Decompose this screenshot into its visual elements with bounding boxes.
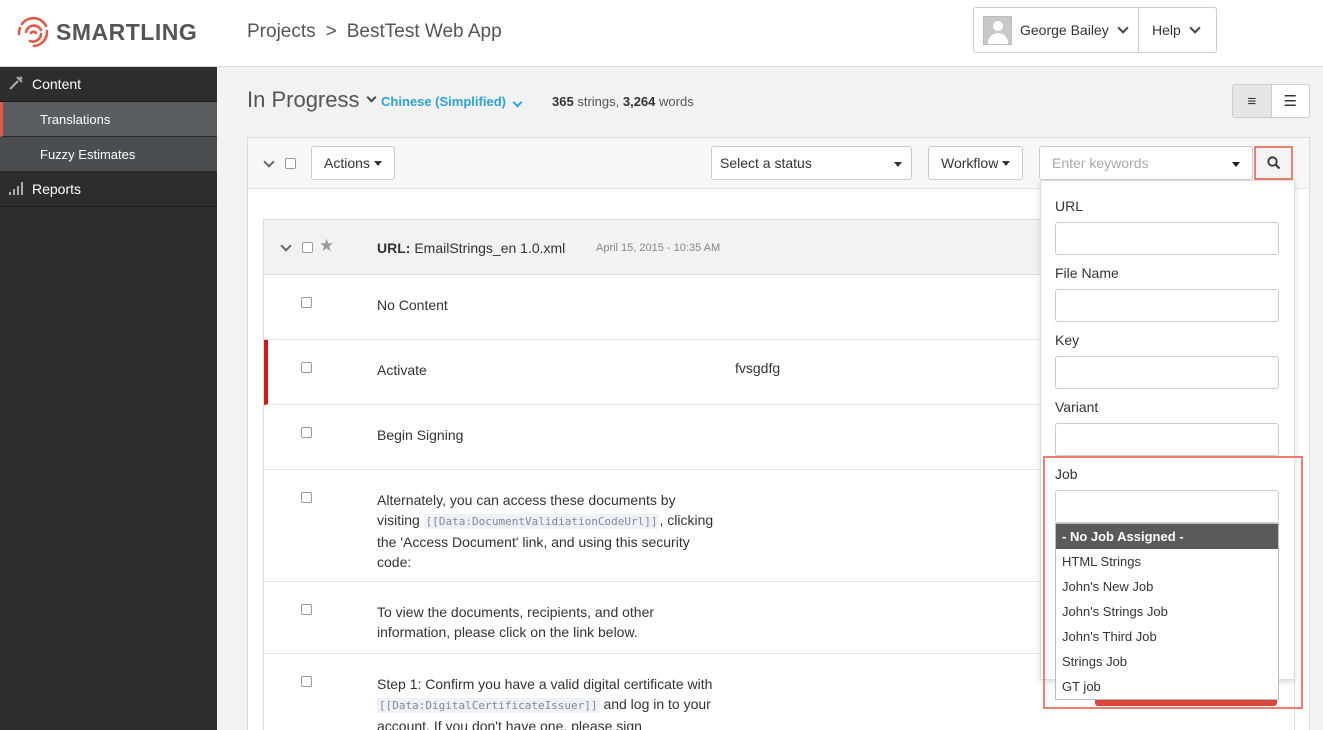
string-word-counts: 365 strings, 3,264 words: [552, 94, 694, 109]
detail-view-button[interactable]: ☰: [1272, 85, 1310, 117]
user-menu-button[interactable]: George Bailey: [974, 8, 1139, 52]
list-view-button[interactable]: ≡: [1233, 85, 1272, 117]
sidebar-item-fuzzy-estimates[interactable]: Fuzzy Estimates: [0, 137, 217, 172]
url-value: EmailStrings_en 1.0.xml: [414, 240, 566, 256]
sidebar-item-label: Content: [32, 76, 82, 92]
url-filter-input[interactable]: [1055, 222, 1279, 255]
smartling-logo[interactable]: SMARTLING: [16, 14, 197, 50]
workflow-button[interactable]: Workflow: [928, 146, 1024, 180]
wrench-icon: [8, 75, 30, 94]
source-text: Alternately, you can access these docume…: [377, 490, 717, 572]
sidebar-item-translations[interactable]: Translations: [0, 102, 217, 137]
fingerprint-logo-icon: [17, 16, 49, 48]
variant-filter-input[interactable]: [1055, 423, 1279, 456]
caret-down-icon: [373, 160, 382, 166]
words-count: 3,264: [622, 94, 656, 109]
sidebar-item-label: Fuzzy Estimates: [40, 146, 136, 162]
key-filter-label: Key: [1055, 332, 1080, 348]
keyword-search-input[interactable]: Enter keywords: [1039, 146, 1253, 180]
select-all-checkbox[interactable]: [285, 158, 296, 169]
sidebar-item-label: Reports: [32, 181, 82, 197]
file-name-filter-input[interactable]: [1055, 289, 1279, 322]
language-dropdown[interactable]: Chinese (Simplified): [381, 94, 523, 109]
row-checkbox[interactable]: [301, 297, 312, 308]
target-text: fvsgdfg: [735, 360, 781, 376]
key-filter-input[interactable]: [1055, 356, 1279, 389]
breadcrumb-project[interactable]: BestTest Web App: [347, 21, 502, 43]
sidebar-item-content[interactable]: Content: [0, 67, 217, 102]
bar-chart-icon: [8, 181, 30, 198]
help-button[interactable]: Help: [1139, 8, 1216, 52]
source-text: Step 1: Confirm you have a valid digital…: [377, 674, 717, 730]
caret-down-icon: [894, 162, 902, 167]
status-select-value: Select a status: [720, 155, 812, 171]
chevron-down-icon[interactable]: [263, 156, 275, 168]
placeholder-tag: [[Data:DigitalCertificateIssuer]]: [377, 698, 600, 713]
chevron-down-icon: [512, 97, 523, 108]
sidebar: Content Translations Fuzzy Estimates Rep…: [0, 67, 217, 730]
row-checkbox[interactable]: [301, 362, 312, 373]
language-label: Chinese (Simplified): [381, 94, 506, 109]
status-select[interactable]: Select a status: [711, 146, 912, 180]
variant-filter-label: Variant: [1055, 399, 1099, 415]
caret-down-icon: [1002, 160, 1011, 166]
file-name-filter-label: File Name: [1055, 265, 1119, 281]
file-date: April 15, 2015 - 10:35 AM: [596, 242, 721, 254]
source-text-part: Step 1: Confirm you have a valid digital…: [377, 676, 713, 692]
breadcrumb-separator: >: [325, 21, 337, 42]
group-checkbox[interactable]: [302, 242, 313, 253]
top-bar: SMARTLING Projects > BestTest Web App Ge…: [0, 0, 1323, 67]
row-checkbox[interactable]: [301, 676, 312, 687]
chevron-down-icon: [366, 92, 376, 103]
strings-count: 365: [552, 94, 574, 109]
placeholder-tag: [[Data:DocumentValidiationCodeUrl]]: [423, 514, 660, 529]
row-checkbox[interactable]: [301, 492, 312, 503]
user-name: George Bailey: [1020, 22, 1109, 38]
job-filter-highlight: [1043, 456, 1303, 709]
detail-list-icon: ☰: [1283, 93, 1297, 110]
keyword-placeholder: Enter keywords: [1052, 155, 1149, 171]
words-label: words: [659, 94, 694, 109]
status-dropdown[interactable]: In Progress: [247, 87, 376, 113]
chevron-down-icon: [1189, 21, 1201, 34]
help-label: Help: [1152, 22, 1181, 38]
brand-name: SMARTLING: [56, 18, 198, 45]
caret-down-icon[interactable]: [1232, 162, 1240, 167]
actions-button[interactable]: Actions: [311, 146, 395, 180]
chevron-down-icon: [1117, 21, 1129, 34]
search-button[interactable]: [1254, 146, 1293, 180]
workflow-label: Workflow: [941, 155, 999, 171]
search-icon: [1266, 156, 1280, 170]
row-checkbox[interactable]: [301, 604, 312, 615]
source-text: No Content: [377, 297, 448, 313]
avatar: [983, 15, 1012, 45]
strings-label: strings,: [577, 94, 620, 109]
row-checkbox[interactable]: [301, 427, 312, 438]
source-text: Activate: [377, 362, 427, 378]
breadcrumb-projects[interactable]: Projects: [247, 21, 316, 43]
sidebar-item-label: Translations: [40, 111, 111, 127]
url-filter-label: URL: [1055, 198, 1084, 214]
star-icon[interactable]: ★: [319, 236, 334, 256]
breadcrumb: Projects > BestTest Web App: [247, 21, 502, 43]
source-text: To view the documents, recipients, and o…: [377, 604, 655, 640]
user-menu-group: George Bailey Help: [973, 7, 1217, 53]
file-url: URL: EmailStrings_en 1.0.xml: [377, 240, 565, 256]
source-text: Begin Signing: [377, 427, 464, 443]
list-view-icon: ≡: [1247, 92, 1257, 110]
sidebar-item-reports[interactable]: Reports: [0, 172, 217, 207]
view-toggle: ≡ ☰: [1232, 84, 1310, 118]
url-label: URL:: [377, 240, 411, 256]
actions-label: Actions: [324, 155, 370, 171]
chevron-down-icon[interactable]: [280, 240, 292, 252]
status-title: In Progress: [247, 87, 360, 112]
